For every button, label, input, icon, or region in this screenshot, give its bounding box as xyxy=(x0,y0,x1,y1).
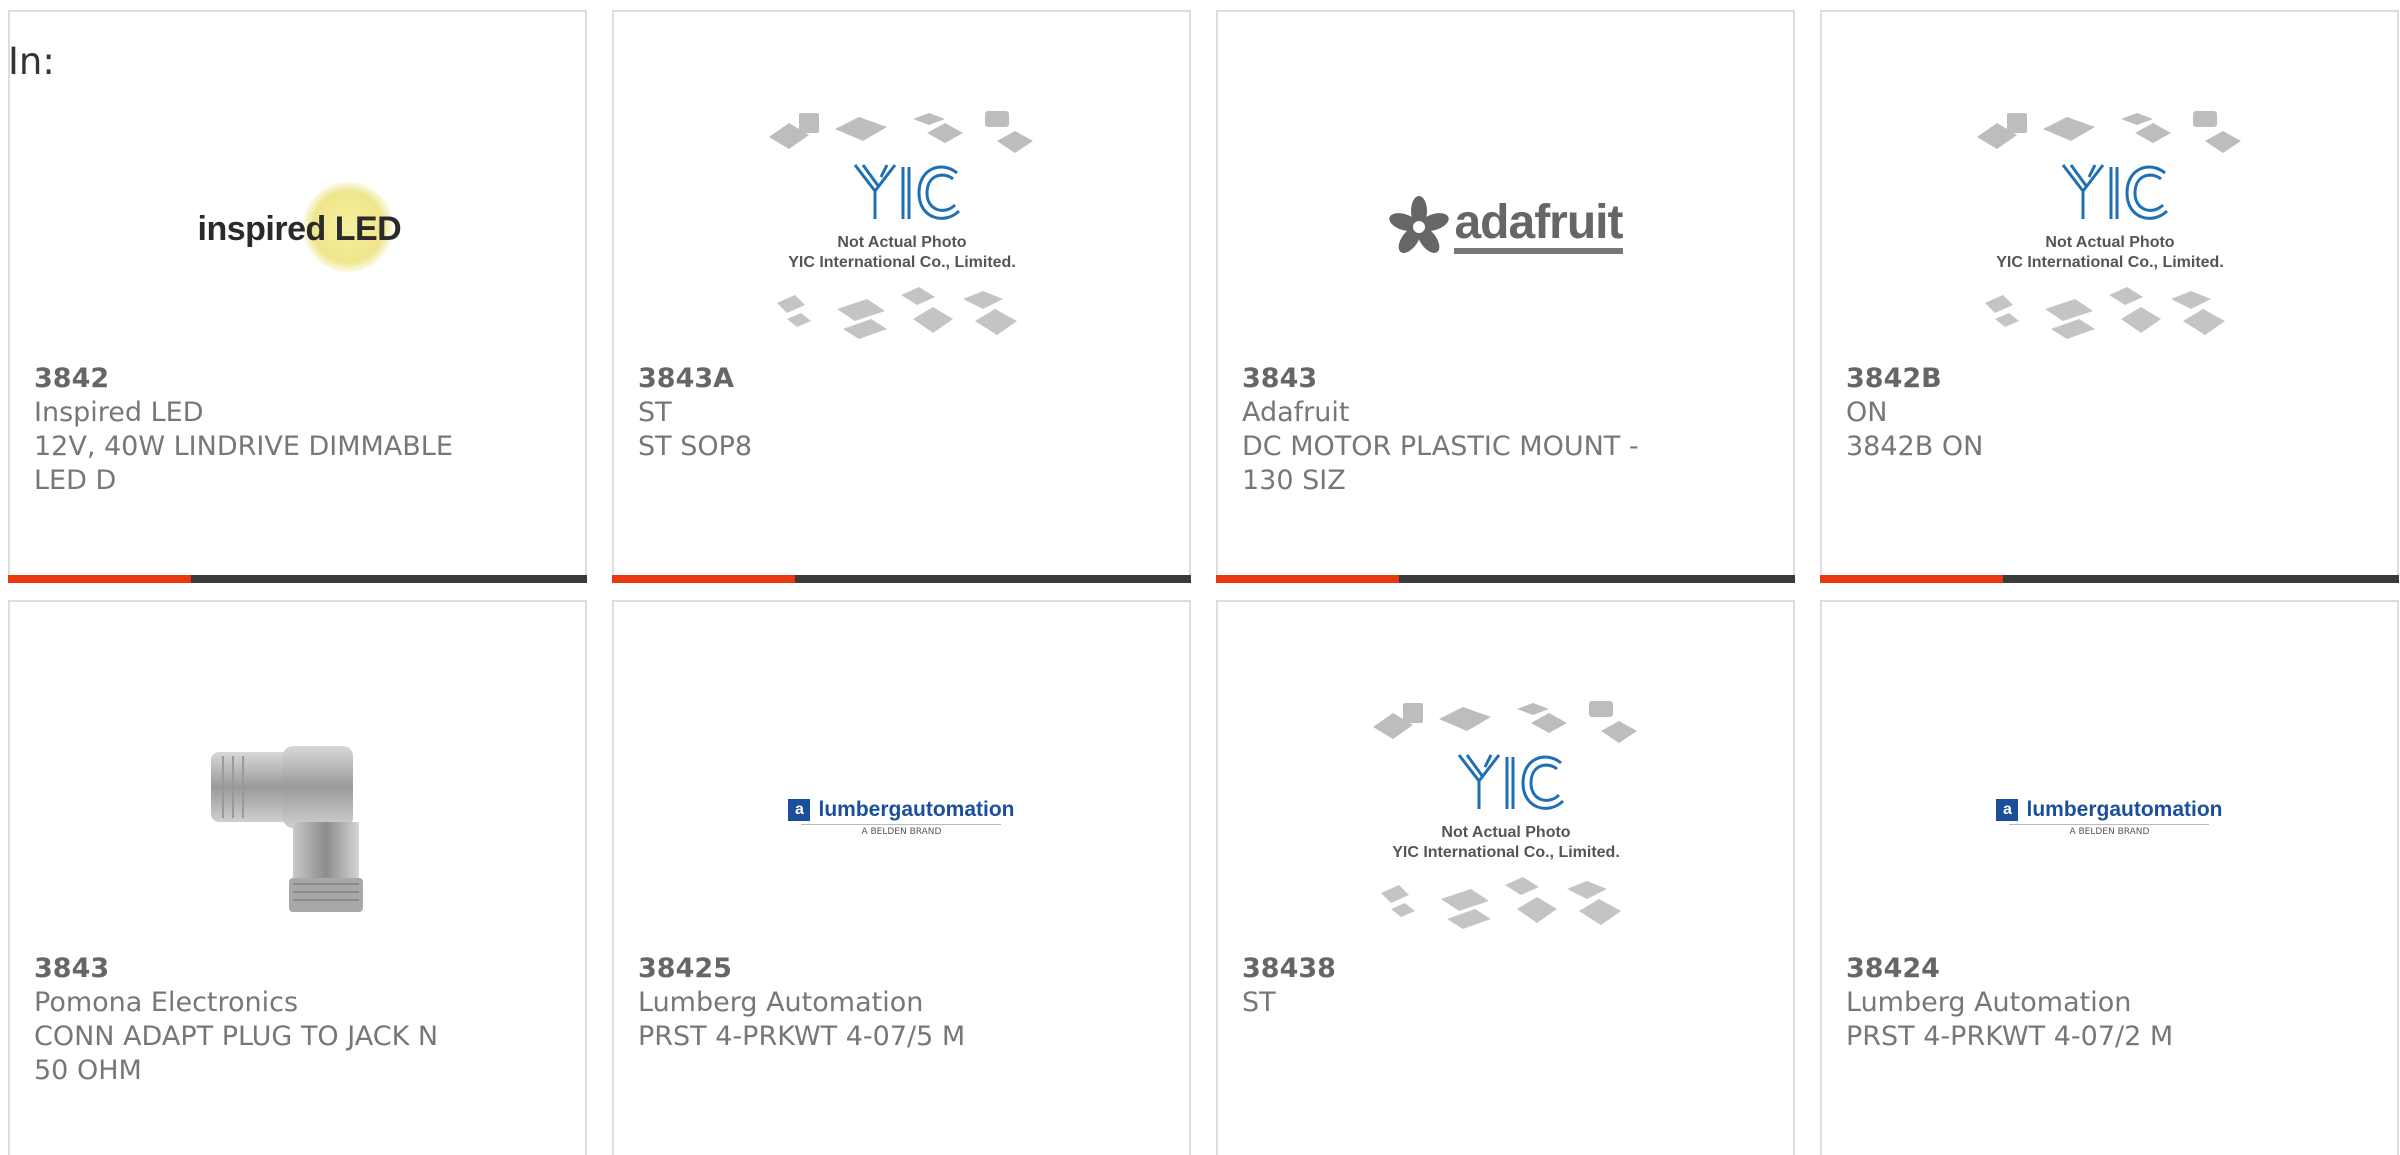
manufacturer: Lumberg Automation xyxy=(1846,987,2132,1018)
part-number[interactable]: 38424 xyxy=(1846,952,2286,986)
placeholder-company: YIC International Co., Limited. xyxy=(1996,254,2224,271)
part-number[interactable]: 3843 xyxy=(34,952,474,986)
yic-placeholder-image: Not Actual Photo YIC International Co., … xyxy=(1372,701,1637,929)
placeholder-caption: Not Actual Photo xyxy=(1441,824,1570,841)
product-image: inspired LED xyxy=(10,102,585,352)
placeholder-caption: Not Actual Photo xyxy=(2045,234,2174,251)
part-number[interactable]: 38425 xyxy=(638,952,1078,986)
description: 3842B ON xyxy=(1846,431,1984,462)
product-image xyxy=(10,692,585,942)
lumberg-automation-logo: a lumbergautomation A BELDEN BRAND xyxy=(788,797,1015,837)
logo-text: inspired LED xyxy=(197,210,402,248)
logo-text: lumbergautomation xyxy=(2026,797,2223,821)
yic-placeholder-image: Not Actual Photo YIC International Co., … xyxy=(768,111,1033,339)
product-image: a lumbergautomation A BELDEN BRAND xyxy=(1822,692,2397,942)
placeholder-company: YIC International Co., Limited. xyxy=(788,254,1016,271)
product-card[interactable]: a lumbergautomation A BELDEN BRAND 38425… xyxy=(612,600,1191,1155)
lumberg-logo-icon: a xyxy=(1996,798,2019,821)
part-number[interactable]: 3843A xyxy=(638,362,1078,396)
product-image: a lumbergautomation A BELDEN BRAND xyxy=(614,692,1189,942)
manufacturer: Pomona Electronics xyxy=(34,987,299,1018)
description: ST SOP8 xyxy=(638,431,753,462)
part-number[interactable]: 3842B xyxy=(1846,362,2286,396)
logo-subtitle: A BELDEN BRAND xyxy=(2009,823,2210,837)
manufacturer: Adafruit xyxy=(1242,397,1350,428)
yic-placeholder-image: Not Actual Photo YIC International Co., … xyxy=(1976,111,2241,339)
part-number[interactable]: 38438 xyxy=(1242,952,1682,986)
product-card[interactable]: Not Actual Photo YIC International Co., … xyxy=(612,10,1191,583)
logo-text: lumbergautomation xyxy=(818,797,1015,821)
product-image: Not Actual Photo YIC International Co., … xyxy=(614,102,1189,352)
product-image: adafruit xyxy=(1218,102,1793,352)
section-heading: In: xyxy=(8,40,55,83)
description: PRST 4-PRKWT 4-07/5 M xyxy=(638,1021,966,1052)
inspired-led-logo: inspired LED xyxy=(193,172,403,282)
manufacturer: ON xyxy=(1846,397,1888,428)
lumberg-automation-logo: a lumbergautomation A BELDEN BRAND xyxy=(1996,797,2223,837)
card-accent-bar xyxy=(1216,575,1795,583)
logo-subtitle: A BELDEN BRAND xyxy=(801,823,1002,837)
n-connector-adapter-photo xyxy=(210,746,363,912)
product-card[interactable]: Not Actual Photo YIC International Co., … xyxy=(1216,600,1795,1155)
product-card[interactable]: 3843 Pomona Electronics CONN ADAPT PLUG … xyxy=(8,600,587,1155)
product-card[interactable]: adafruit 3843 Adafruit DC MOTOR PLASTIC … xyxy=(1216,10,1795,583)
product-card[interactable]: a lumbergautomation A BELDEN BRAND 38424… xyxy=(1820,600,2399,1155)
manufacturer: ST xyxy=(638,397,672,428)
manufacturer: ST xyxy=(1242,987,1276,1018)
manufacturer: Lumberg Automation xyxy=(638,987,924,1018)
description: CONN ADAPT PLUG TO JACK N 50 OHM xyxy=(34,1021,439,1086)
product-image: Not Actual Photo YIC International Co., … xyxy=(1218,692,1793,942)
logo-text: adafruit xyxy=(1454,199,1624,254)
adafruit-logo: adafruit xyxy=(1388,196,1624,258)
part-number[interactable]: 3843 xyxy=(1242,362,1682,396)
card-accent-bar xyxy=(8,575,587,583)
manufacturer: Inspired LED xyxy=(34,397,204,428)
flower-icon xyxy=(1389,196,1450,253)
description: PRST 4-PRKWT 4-07/2 M xyxy=(1846,1021,2174,1052)
placeholder-caption: Not Actual Photo xyxy=(837,234,966,251)
card-accent-bar xyxy=(612,575,1191,583)
placeholder-company: YIC International Co., Limited. xyxy=(1392,844,1620,861)
product-image: Not Actual Photo YIC International Co., … xyxy=(1822,102,2397,352)
product-card[interactable]: Not Actual Photo YIC International Co., … xyxy=(1820,10,2399,583)
card-accent-bar xyxy=(1820,575,2399,583)
product-grid-page: In: inspired LED 3842 Inspired LED 12V, … xyxy=(0,0,2400,1155)
part-number[interactable]: 3842 xyxy=(34,362,474,396)
product-card[interactable]: inspired LED 3842 Inspired LED 12V, 40W … xyxy=(8,10,587,583)
description: 12V, 40W LINDRIVE DIMMABLE LED D xyxy=(34,431,453,496)
description: DC MOTOR PLASTIC MOUNT - 130 SIZ xyxy=(1242,431,1639,496)
lumberg-logo-icon: a xyxy=(788,798,811,821)
